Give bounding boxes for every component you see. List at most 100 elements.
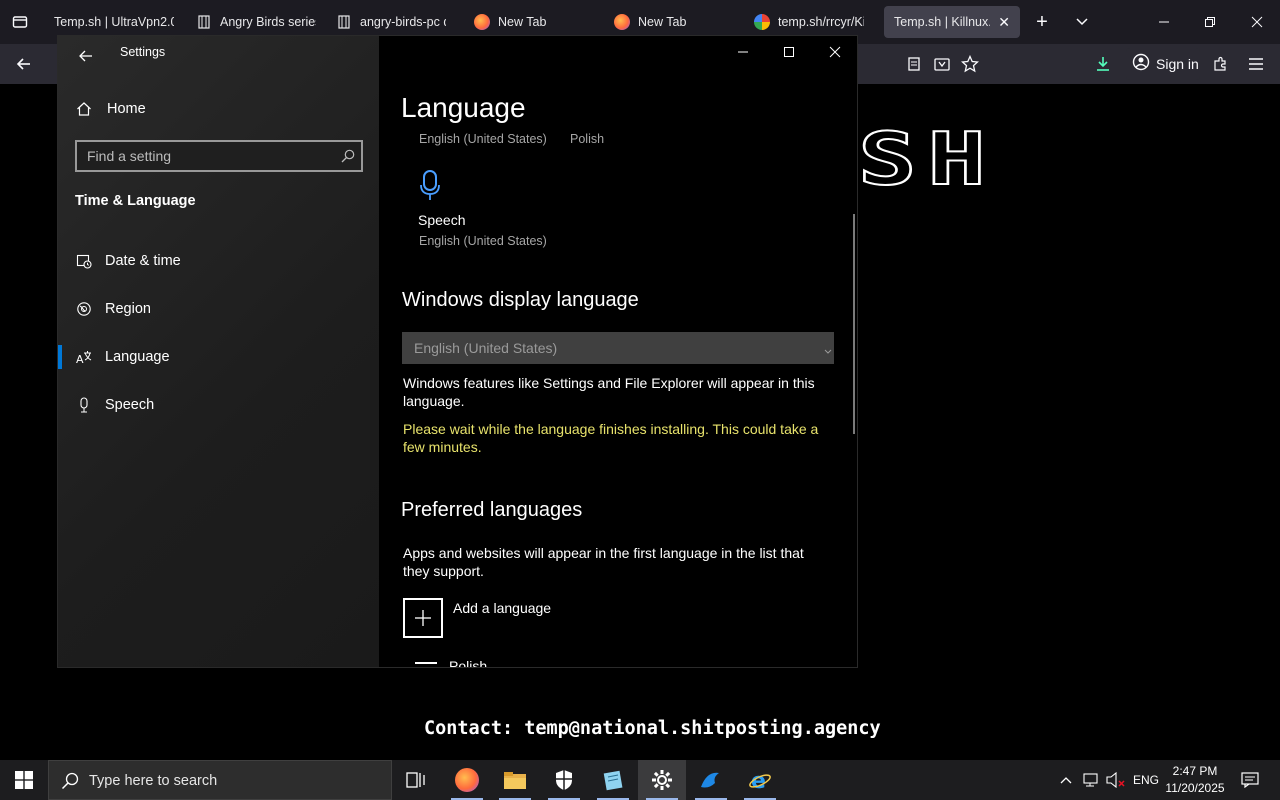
nav-item-language[interactable]: A Language xyxy=(58,337,379,377)
back-icon[interactable] xyxy=(10,50,38,78)
date-time-icon xyxy=(76,253,92,269)
browser-tab-active[interactable]: Temp.sh | Killnux.ap ✕ xyxy=(884,6,1020,38)
find-setting-input[interactable]: Find a setting xyxy=(75,140,363,172)
maximize-icon[interactable] xyxy=(766,36,812,68)
tab-list-icon[interactable] xyxy=(6,8,34,36)
bookmark-star-icon[interactable] xyxy=(958,50,982,78)
preferred-languages-heading: Preferred languages xyxy=(401,499,583,521)
nav-item-region[interactable]: Region xyxy=(58,289,379,329)
language-list-item[interactable]: Polish xyxy=(415,658,615,667)
tab-label: Temp.sh | UltraVpn2.0. xyxy=(54,15,174,29)
browser-tab[interactable]: Temp.sh | UltraVpn2.0. xyxy=(44,6,184,38)
sign-in-button[interactable]: Sign in xyxy=(1126,48,1200,80)
home-label: Home xyxy=(107,101,146,117)
firefox-icon xyxy=(474,14,490,30)
nav-label: Date & time xyxy=(105,253,181,269)
close-browser-icon[interactable] xyxy=(1243,8,1271,36)
downloads-icon[interactable] xyxy=(1091,50,1115,78)
new-tab-icon[interactable]: + xyxy=(1030,8,1054,36)
browser-tab[interactable]: New Tab xyxy=(604,6,734,38)
language-item-label: Polish xyxy=(449,658,488,667)
browser-tab[interactable]: angry-birds-pc dir xyxy=(326,6,456,38)
settings-window: Settings Home Find a setting Time & Lang… xyxy=(57,35,858,668)
section-title: Time & Language xyxy=(75,193,196,209)
chevron-up-icon[interactable] xyxy=(1054,760,1078,800)
region-icon xyxy=(76,301,92,317)
settings-gear-icon[interactable] xyxy=(638,760,686,800)
file-explorer-icon[interactable] xyxy=(491,760,539,800)
clock-time: 2:47 PM xyxy=(1172,764,1218,778)
notifications-icon[interactable] xyxy=(1236,760,1264,800)
close-icon[interactable] xyxy=(812,36,857,68)
browser-tab[interactable]: temp.sh/rrcyr/Killn xyxy=(744,6,874,38)
tab-label: Temp.sh | Killnux.ap xyxy=(894,15,990,29)
language-icon: A xyxy=(76,349,92,365)
search-icon xyxy=(61,772,79,795)
settings-content-pane: Language English (United States) Polish … xyxy=(379,36,857,667)
task-view-icon[interactable] xyxy=(392,760,440,800)
language-row-value-2: Polish xyxy=(570,132,605,146)
windows-icon xyxy=(15,771,33,789)
speech-tile[interactable]: Speech English (United States) xyxy=(415,166,555,250)
google-icon xyxy=(754,14,770,30)
minimize-icon[interactable] xyxy=(720,36,766,68)
display-language-description: Windows features like Settings and File … xyxy=(403,375,815,409)
svg-text:A: A xyxy=(76,353,84,365)
security-shield-icon[interactable] xyxy=(540,760,588,800)
save-to-pocket-icon[interactable] xyxy=(930,50,954,78)
settings-back-button[interactable] xyxy=(72,42,100,70)
taskbar-search-placeholder: Type here to search xyxy=(89,773,218,789)
display-language-value: English (United States) xyxy=(414,340,558,356)
language-row-value: English (United States) xyxy=(419,132,547,146)
restore-browser-icon[interactable] xyxy=(1196,8,1224,36)
settings-home[interactable]: Home xyxy=(58,89,379,129)
content-scrollbar[interactable] xyxy=(853,214,855,434)
firefox-icon xyxy=(614,14,630,30)
start-button[interactable] xyxy=(0,760,48,800)
nav-item-date-time[interactable]: Date & time xyxy=(58,241,379,281)
chevron-down-icon[interactable] xyxy=(1070,8,1094,36)
browser-tab[interactable]: New Tab xyxy=(464,6,594,38)
microphone-icon xyxy=(76,397,92,413)
internet-explorer-icon[interactable]: e xyxy=(736,760,784,800)
input-language-indicator[interactable]: ENG xyxy=(1133,773,1159,787)
taskbar-search-box[interactable]: Type here to search xyxy=(48,760,392,800)
clock[interactable]: 2:47 PM 11/20/2025 xyxy=(1160,763,1230,797)
install-warning: Please wait while the language finishes … xyxy=(403,421,819,455)
minimize-browser-icon[interactable] xyxy=(1150,8,1178,36)
taskbar: Type here to search e ENG 2:47 PM 11/20/… xyxy=(0,760,1280,800)
back-arrow-icon xyxy=(79,50,92,62)
nav-item-speech[interactable]: Speech xyxy=(58,385,379,425)
nav-label: Speech xyxy=(105,397,155,413)
add-language-label: Add a language xyxy=(453,600,552,616)
nav-label: Region xyxy=(105,301,151,317)
tab-label: temp.sh/rrcyr/Killn xyxy=(778,15,864,29)
clock-date: 11/20/2025 xyxy=(1165,781,1225,795)
archive-icon xyxy=(196,14,212,30)
speech-value: English (United States) xyxy=(419,234,547,248)
language-item-icon xyxy=(415,662,437,667)
settings-window-title: Settings xyxy=(120,45,166,59)
extensions-icon[interactable] xyxy=(1208,50,1232,78)
find-setting-placeholder: Find a setting xyxy=(87,148,172,164)
network-icon[interactable] xyxy=(1080,760,1104,800)
display-language-select[interactable]: English (United States) xyxy=(402,332,834,364)
hamburger-menu-icon[interactable] xyxy=(1244,50,1268,78)
close-tab-icon[interactable]: ✕ xyxy=(998,14,1010,31)
preferred-languages-description: Apps and websites will appear in the fir… xyxy=(403,545,804,579)
site-logo-fragment: SH xyxy=(857,117,997,201)
browser-tab[interactable]: Angry Birds series xyxy=(186,6,326,38)
volume-muted-icon[interactable] xyxy=(1104,760,1128,800)
nav-label: Language xyxy=(105,349,170,365)
tab-label: New Tab xyxy=(638,15,687,29)
microphone-icon xyxy=(419,170,441,207)
tab-label: Angry Birds series xyxy=(220,15,316,29)
add-language-button[interactable]: Add a language xyxy=(403,598,603,638)
firefox-taskbar-icon[interactable] xyxy=(443,760,491,800)
selection-indicator xyxy=(58,345,62,369)
account-icon xyxy=(1132,53,1150,76)
bird-app-icon[interactable] xyxy=(687,760,735,800)
settings-nav-pane: Settings Home Find a setting Time & Lang… xyxy=(58,36,379,667)
notepad-app-icon[interactable] xyxy=(589,760,637,800)
reader-view-icon[interactable] xyxy=(902,50,926,78)
